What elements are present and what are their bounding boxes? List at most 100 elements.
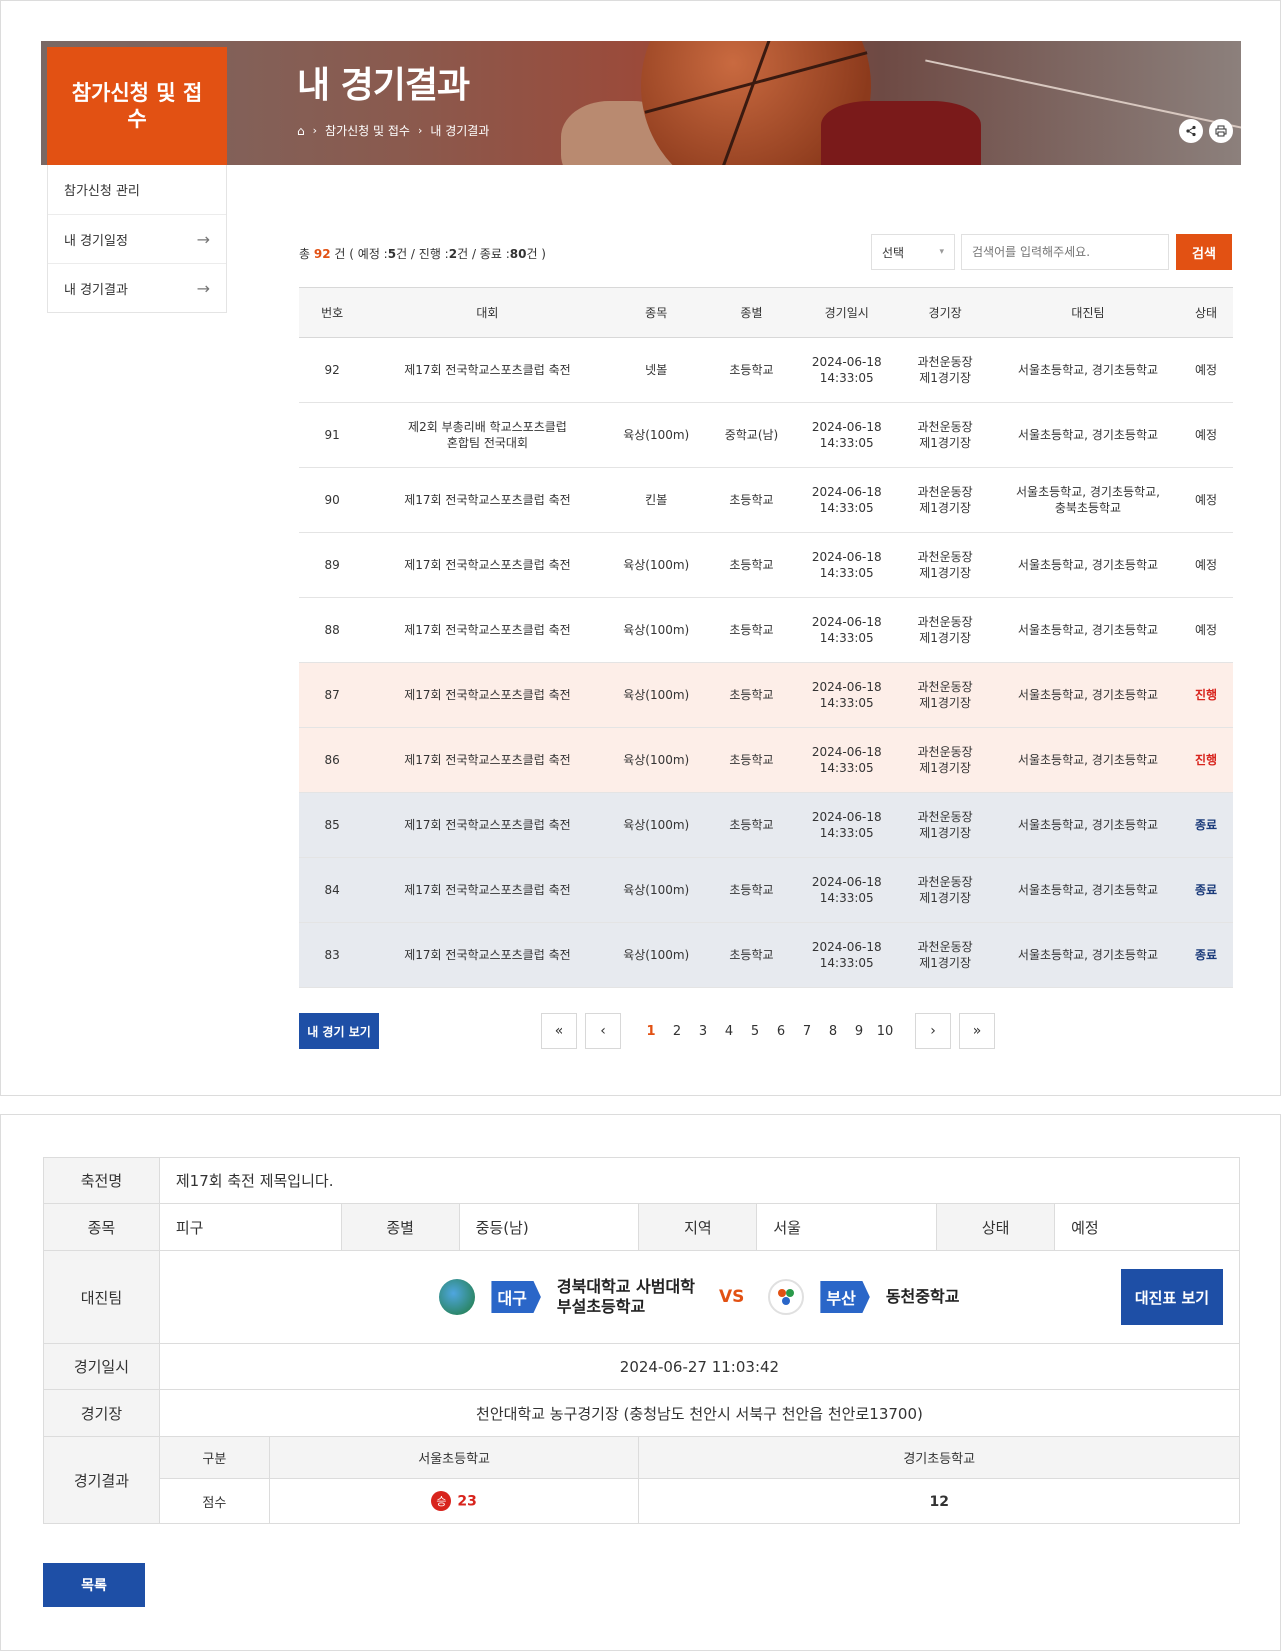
page-number[interactable]: 2 [667,1024,687,1039]
cell-teams: 서울초등학교, 경기초등학교 [996,922,1180,988]
cell-venue: 과천운동장 제1경기장 [893,922,997,988]
cell-datetime: 2024-06-18 14:33:05 [800,662,894,728]
status-value: 예정 [1054,1203,1240,1251]
table-row[interactable]: 86 제17회 전국학교스포츠클럽 축전 육상(100m) 초등학교 2024-06-1… [299,727,1233,793]
score-label: 점수 [158,1478,270,1524]
results-table: 번호 대회 종목 종별 경기일시 경기장 대진팀 상태 92 제17회 전국학교스… [299,287,1233,988]
page-number[interactable]: 10 [875,1024,895,1039]
my-games-button[interactable]: 내 경기 보기 [299,1013,379,1049]
cell-status: 종료 [1179,792,1233,858]
sidebar-item-label: 내 경기결과 [64,282,128,298]
cell-venue: 과천운동장 제1경기장 [893,532,997,598]
cell-number: 85 [299,792,366,858]
cell-status: 예정 [1179,467,1233,533]
page-number[interactable]: 1 [641,1024,661,1039]
cell-venue: 과천운동장 제1경기장 [893,727,997,793]
cell-event: 육상(100m) [609,922,703,988]
column-header: 대진팀 [996,287,1180,338]
prev-page-button[interactable]: ‹ [585,1013,621,1049]
chevron-down-icon: ▾ [939,247,944,257]
cell-datetime: 2024-06-18 14:33:05 [800,402,894,468]
festival-value: 제17회 축전 제목입니다. [158,1157,1241,1204]
cell-datetime: 2024-06-18 14:33:05 [800,597,894,663]
column-header: 경기장 [893,287,997,338]
cell-number: 89 [299,532,366,598]
venue-label: 경기장 [43,1389,160,1437]
table-row[interactable]: 90 제17회 전국학교스포츠클럽 축전 킨볼 초등학교 2024-06-18 14:33… [299,467,1233,533]
cell-event: 킨볼 [609,467,703,533]
breadcrumb-item[interactable]: 내 경기결과 [430,122,489,139]
page-number[interactable]: 5 [745,1024,765,1039]
cell-category: 초등학교 [702,662,801,728]
last-page-button[interactable]: » [959,1013,995,1049]
team1-name: 경북대학교 사범대학 부설초등학교 [556,1277,695,1316]
cell-status: 진행 [1179,727,1233,793]
table-row[interactable]: 88 제17회 전국학교스포츠클럽 축전 육상(100m) 초등학교 2024-06-1… [299,597,1233,663]
home-icon[interactable]: ⌂ [297,124,305,138]
column-header: 종별 [702,287,801,338]
table-row[interactable]: 84 제17회 전국학교스포츠클럽 축전 육상(100m) 초등학교 2024-06-1… [299,857,1233,923]
share-icon[interactable] [1179,119,1203,143]
table-header-row: 번호 대회 종목 종별 경기일시 경기장 대진팀 상태 [299,287,1233,338]
cell-teams: 서울초등학교, 경기초등학교 [996,792,1180,858]
cell-teams: 서울초등학교, 경기초등학교 [996,857,1180,923]
next-page-button[interactable]: › [915,1013,951,1049]
page-number[interactable]: 8 [823,1024,843,1039]
cell-number: 92 [299,337,366,403]
page-title: 내 경기결과 [297,65,470,106]
cell-venue: 과천운동장 제1경기장 [893,467,997,533]
list-button[interactable]: 목록 [43,1563,145,1607]
team2-region-tag: 부산 [820,1281,870,1313]
cell-competition: 제17회 전국학교스포츠클럽 축전 [365,857,610,923]
sidebar-item-results[interactable]: 내 경기결과 → [48,263,226,312]
search-button[interactable]: 검색 [1176,234,1232,270]
table-row[interactable]: 85 제17회 전국학교스포츠클럽 축전 육상(100m) 초등학교 2024-06-1… [299,792,1233,858]
page-number[interactable]: 6 [771,1024,791,1039]
cell-datetime: 2024-06-18 14:33:05 [800,922,894,988]
cell-competition: 제17회 전국학교스포츠클럽 축전 [365,662,610,728]
search-input[interactable] [961,234,1169,270]
table-row[interactable]: 87 제17회 전국학교스포츠클럽 축전 육상(100m) 초등학교 2024-06-1… [299,662,1233,728]
total-count: 92 [313,247,331,261]
team2-score-cell: 12 [638,1478,1240,1524]
first-page-button[interactable]: « [541,1013,577,1049]
cell-competition: 제17회 전국학교스포츠클럽 축전 [365,792,610,858]
results-panel: 참가신청 및 접수 내 경기결과 ⌂ › 참가신청 및 접수 › 내 경기결과 … [0,0,1281,1096]
page-number[interactable]: 4 [719,1024,739,1039]
page-number[interactable]: 9 [849,1024,869,1039]
page-number[interactable]: 7 [797,1024,817,1039]
table-row[interactable]: 91 제2회 부총리배 학교스포츠클럽 혼합팀 전국대회 육상(100m) 중학교(남)… [299,402,1233,468]
sidebar-title: 참가신청 및 접수 [47,47,227,165]
cell-competition: 제17회 전국학교스포츠클럽 축전 [365,922,610,988]
page-number[interactable]: 3 [693,1024,713,1039]
category-label: 종별 [340,1203,460,1251]
cell-number: 90 [299,467,366,533]
region-value: 서울 [756,1203,938,1251]
cell-category: 중학교(남) [702,402,801,468]
breadcrumb-item[interactable]: 참가신청 및 접수 [325,122,410,139]
table-row[interactable]: 83 제17회 전국학교스포츠클럽 축전 육상(100m) 초등학교 2024-06-1… [299,922,1233,988]
team1-score-cell: 승 23 [268,1478,640,1524]
category-value: 중등(남) [458,1203,640,1251]
bracket-button[interactable]: 대진표 보기 [1121,1269,1223,1325]
cell-number: 84 [299,857,366,923]
cell-event: 육상(100m) [609,727,703,793]
arrow-right-icon: → [196,278,210,298]
cell-number: 91 [299,402,366,468]
table-row[interactable]: 89 제17회 전국학교스포츠클럽 축전 육상(100m) 초등학교 2024-06-1… [299,532,1233,598]
result-column-label: 구분 [158,1436,270,1479]
event-label: 종목 [43,1203,160,1251]
table-row[interactable]: 92 제17회 전국학교스포츠클럽 축전 넷볼 초등학교 2024-06-18 14:33… [299,337,1233,403]
pagination: « ‹ 1 2 3 4 5 6 7 8 9 10 › » [541,1013,995,1049]
sidebar-item-registration[interactable]: 참가신청 관리 [48,165,226,214]
win-badge: 승 [431,1491,452,1511]
search-type-select[interactable]: 선택 ▾ [871,234,955,270]
cell-event: 육상(100m) [609,857,703,923]
cell-datetime: 2024-06-18 14:33:05 [800,857,894,923]
print-icon[interactable] [1209,119,1233,143]
sidebar-item-schedule[interactable]: 내 경기일정 → [48,214,226,263]
column-header: 번호 [299,287,366,338]
festival-label: 축전명 [43,1157,160,1204]
progress-count: 2 [448,247,458,261]
cell-datetime: 2024-06-18 14:33:05 [800,337,894,403]
